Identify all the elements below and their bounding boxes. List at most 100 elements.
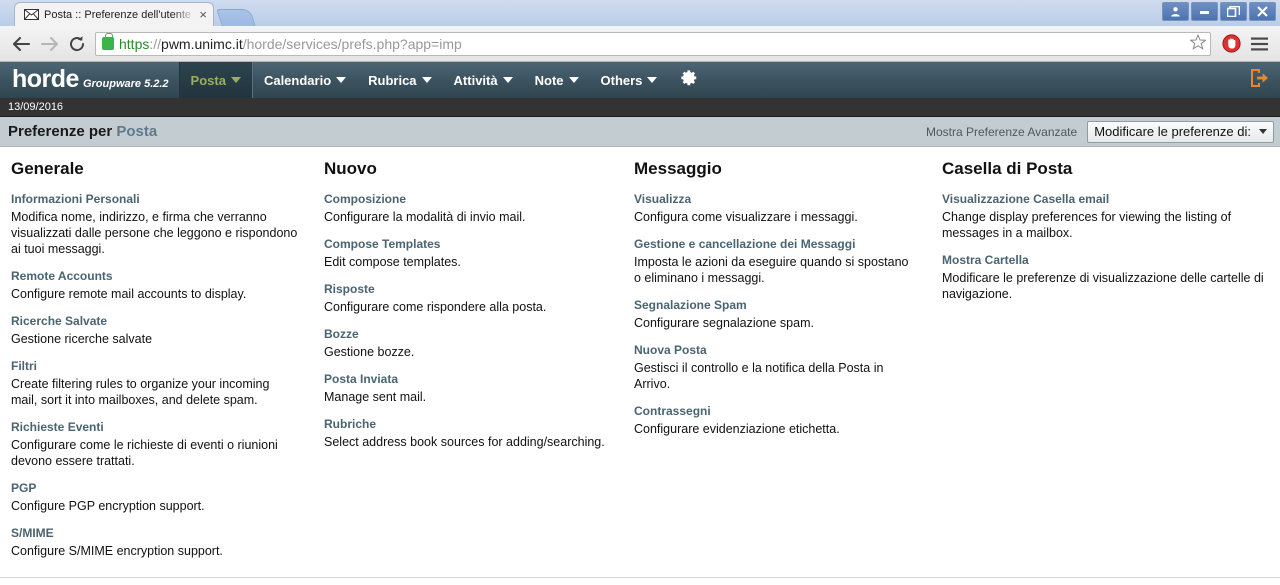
column-heading: Casella di Posta [942,159,1073,178]
page-title: Preferenze per Posta [8,123,157,140]
nav-item-note-label: Note [534,72,564,88]
user-profile-button[interactable] [1162,2,1189,21]
pref-desc-informazioni-personali: Modifica nome, indirizzo, e firma che ve… [11,210,298,256]
chevron-down-icon [336,77,347,83]
pref-link-smime[interactable]: S/MIME [11,526,299,540]
pref-desc-gestione-cancellazione: Imposta le azioni da eseguire quando si … [634,255,909,285]
window-controls [1162,2,1276,21]
pref-desc-remote-accounts: Configure remote mail accounts to displa… [11,287,247,301]
pref-desc-mostra-cartella: Modificare le preferenze di visualizzazi… [942,271,1264,301]
new-tab-button[interactable] [216,9,256,26]
pref-group-filtri: Filtri Create filtering rules to organiz… [11,359,299,408]
pref-link-compose-templates[interactable]: Compose Templates [324,237,609,251]
nav-item-note[interactable]: Note [524,62,590,98]
gear-icon [678,68,698,93]
settings-button[interactable] [668,62,708,98]
pref-group-visualizzazione-casella-email: Visualizzazione Casella email Change dis… [942,192,1266,241]
pref-link-segnalazione-spam[interactable]: Segnalazione Spam [634,298,917,312]
url-path: /horde/services/prefs.php?app=imp [242,35,462,52]
column-heading: Generale [11,159,84,178]
url-separator: :// [149,35,162,52]
pref-desc-segnalazione-spam: Configurare segnalazione spam. [634,316,814,330]
address-bar[interactable]: https://pwm.unimc.it/horde/services/pref… [95,31,1211,56]
browser-tab[interactable]: Posta :: Preferenze dell'utente × [14,2,214,26]
pref-desc-posta-inviata: Manage sent mail. [324,390,427,404]
lock-icon [102,33,114,50]
chevron-down-icon [647,77,658,83]
pref-desc-contrassegni: Configurare evidenziazione etichetta. [634,422,840,436]
nav-item-attivita[interactable]: Attività [443,62,524,98]
pref-link-filtri[interactable]: Filtri [11,359,299,373]
pref-link-visualizzazione-casella-email[interactable]: Visualizzazione Casella email [942,192,1266,206]
pref-group-nuova-posta: Nuova Posta Gestisci il controllo e la n… [634,343,917,392]
pref-link-remote-accounts[interactable]: Remote Accounts [11,269,299,283]
close-window-button[interactable] [1249,2,1276,21]
page-root: Posta :: Preferenze dell'utente × https:… [0,0,1280,585]
pref-link-pgp[interactable]: PGP [11,481,299,495]
pref-link-contrassegni[interactable]: Contrassegni [634,404,917,418]
minimize-button[interactable] [1191,2,1218,21]
browser-toolbar: https://pwm.unimc.it/horde/services/pref… [0,26,1280,62]
current-date: 13/09/2016 [8,101,64,113]
browser-chrome: Posta :: Preferenze dell'utente × https:… [0,0,1280,62]
pref-link-richieste-eventi[interactable]: Richieste Eventi [11,420,299,434]
pref-link-nuova-posta[interactable]: Nuova Posta [634,343,917,357]
pref-group-ricerche-salvate: Ricerche Salvate Gestione ricerche salva… [11,314,299,347]
pref-group-informazioni-personali: Informazioni Personali Modifica nome, in… [11,192,299,257]
pref-link-visualizza[interactable]: Visualizza [634,192,917,206]
pref-link-informazioni-personali[interactable]: Informazioni Personali [11,192,299,206]
bookmark-star-icon[interactable] [1189,33,1207,53]
nav-item-others-label: Others [600,72,643,88]
page-title-prefix: Preferenze per [8,123,117,140]
horde-logo[interactable]: horde Groupware 5.2.2 [0,62,179,98]
pref-group-pgp: PGP Configure PGP encryption support. [11,481,299,514]
back-icon[interactable] [7,30,35,58]
pref-link-bozze[interactable]: Bozze [324,327,609,341]
preferences-column-casella-di-posta: Casella di Posta Visualizzazione Casella… [931,159,1280,585]
mail-envelope-icon [23,7,39,23]
preferences-scope-select[interactable]: Modificare le preferenze di: [1087,120,1274,143]
pref-desc-composizione: Configurare la modalità di invio mail. [324,210,526,224]
logout-icon [1248,67,1270,94]
close-icon[interactable]: × [199,8,207,21]
pref-group-posta-inviata: Posta Inviata Manage sent mail. [324,372,609,405]
nav-item-others[interactable]: Others [590,62,669,98]
pref-link-risposte[interactable]: Risposte [324,282,609,296]
preferences-header-actions: Mostra Preferenze Avanzate Modificare le… [926,120,1274,143]
pref-link-posta-inviata[interactable]: Posta Inviata [324,372,609,386]
pref-group-remote-accounts: Remote Accounts Configure remote mail ac… [11,269,299,302]
pref-desc-nuova-posta: Gestisci il controllo e la notifica dell… [634,361,884,391]
show-advanced-preferences-link[interactable]: Mostra Preferenze Avanzate [926,125,1077,139]
pref-desc-ricerche-salvate: Gestione ricerche salvate [11,332,153,346]
url-text: https://pwm.unimc.it/horde/services/pref… [119,36,462,52]
pref-desc-rubriche: Select address book sources for adding/s… [324,435,605,449]
pref-link-mostra-cartella[interactable]: Mostra Cartella [942,253,1266,267]
pref-desc-pgp: Configure PGP encryption support. [11,499,205,513]
pref-desc-richieste-eventi: Configurare come le richieste di eventi … [11,438,278,468]
logout-button[interactable] [1248,62,1270,98]
pref-group-segnalazione-spam: Segnalazione Spam Configurare segnalazio… [634,298,917,331]
chevron-down-icon [568,77,579,83]
preferences-column-messaggio: Messaggio Visualizza Configura come visu… [623,159,931,585]
pref-link-composizione[interactable]: Composizione [324,192,609,206]
page-title-app: Posta [116,123,158,140]
preferences-column-nuovo: Nuovo Composizione Configurare la modali… [313,159,623,585]
pref-group-mostra-cartella: Mostra Cartella Modificare le preferenze… [942,253,1266,302]
horde-logo-subtitle: Groupware 5.2.2 [82,78,169,90]
horde-navbar: horde Groupware 5.2.2 Posta Calendario R… [0,62,1280,98]
reload-icon[interactable] [63,30,91,58]
pref-group-visualizza: Visualizza Configura come visualizzare i… [634,192,917,225]
pref-group-risposte: Risposte Configurare come rispondere all… [324,282,609,315]
pref-link-rubriche[interactable]: Rubriche [324,417,609,431]
maximize-button[interactable] [1220,2,1247,21]
nav-item-posta[interactable]: Posta [178,62,253,98]
pref-desc-smime: Configure S/MIME encryption support. [11,544,223,558]
nav-item-rubrica[interactable]: Rubrica [357,62,442,98]
browser-tab-strip: Posta :: Preferenze dell'utente × [0,0,1280,26]
nav-item-calendario[interactable]: Calendario [253,62,357,98]
pref-group-richieste-eventi: Richieste Eventi Configurare come le ric… [11,420,299,469]
browser-menu-icon[interactable] [1245,30,1273,58]
pref-link-ricerche-salvate[interactable]: Ricerche Salvate [11,314,299,328]
adblock-icon[interactable] [1217,30,1245,58]
pref-link-gestione-cancellazione[interactable]: Gestione e cancellazione dei Messaggi [634,237,917,251]
